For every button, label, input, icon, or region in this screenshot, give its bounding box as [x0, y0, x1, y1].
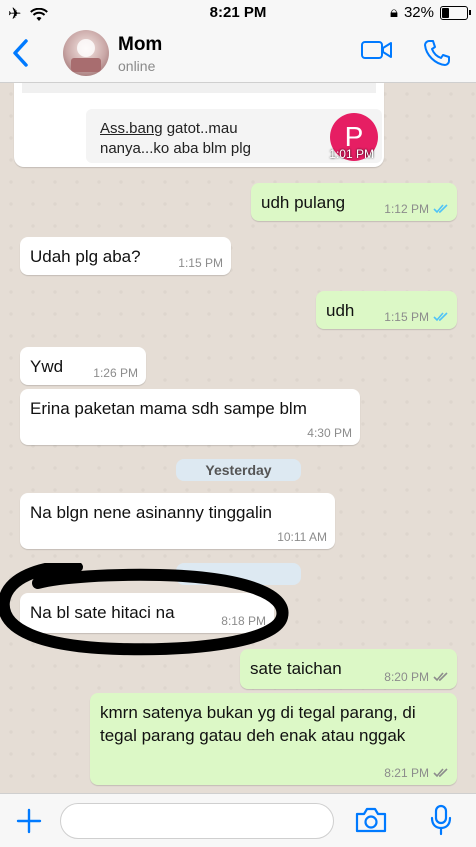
message-bubble-outgoing[interactable]: udh 1:15 PM — [316, 291, 457, 329]
message-bubble-incoming[interactable]: Na blgn nene asinanny tinggalin 10:11 AM — [20, 493, 335, 549]
forwarded-message[interactable]: Ass.bang gatot..mau nanya...ko aba blm p… — [14, 83, 384, 167]
camera-icon[interactable] — [354, 806, 388, 834]
message-text: kmrn satenya bukan yg di tegal parang, d… — [100, 703, 416, 745]
message-bubble-incoming[interactable]: Udah plg aba? 1:15 PM — [20, 237, 231, 275]
message-time: 8:20 PM — [384, 670, 429, 684]
message-time: 1:12 PM — [384, 202, 429, 216]
message-time: 4:30 PM — [307, 426, 352, 440]
chevron-left-icon[interactable] — [10, 38, 32, 68]
double-check-icon — [433, 204, 448, 214]
status-right: 🔒︎ 32% — [389, 4, 471, 21]
double-check-icon — [433, 312, 448, 322]
message-text: Ywd — [30, 357, 64, 376]
message-meta: 8:21 PM — [384, 766, 449, 780]
message-time: 1:15 PM — [384, 310, 429, 324]
contact-name[interactable]: Mom — [118, 34, 162, 56]
battery-fill — [442, 7, 450, 18]
double-check-icon — [433, 768, 448, 778]
message-input[interactable] — [60, 803, 334, 839]
message-meta: 1:12 PM — [384, 202, 449, 216]
message-bubble-incoming[interactable]: Erina paketan mama sdh sampe blm 4:30 PM — [20, 389, 360, 445]
date-separator: Yesterday — [176, 459, 301, 481]
phone-icon[interactable] — [422, 38, 452, 68]
plus-icon[interactable] — [16, 808, 42, 834]
link-preview[interactable]: Ass.bang gatot..mau nanya...ko aba blm p… — [86, 109, 382, 163]
message-meta: 1:15 PM — [384, 310, 449, 324]
message-bubble-outgoing[interactable]: kmrn satenya bukan yg di tegal parang, d… — [90, 693, 457, 785]
link-text[interactable]: Ass.bang — [100, 120, 163, 137]
battery-percent: 32% — [403, 4, 434, 21]
chat-area[interactable]: Ass.bang gatot..mau nanya...ko aba blm p… — [0, 83, 476, 793]
message-time: 1:15 PM — [178, 256, 223, 270]
avatar[interactable] — [63, 30, 109, 76]
message-bubble-incoming[interactable]: Ywd 1:26 PM — [20, 347, 146, 385]
orientation-lock-icon: 🔒︎ — [389, 4, 398, 21]
message-time: 1:26 PM — [93, 366, 138, 380]
message-meta: 4:30 PM — [307, 426, 352, 440]
avatar-image — [71, 39, 101, 72]
input-bar — [0, 793, 476, 847]
message-text: Udah plg aba? — [30, 247, 141, 266]
message-meta: 1:26 PM — [93, 366, 138, 380]
link-preview-text: Ass.bang gatot..mau nanya...ko aba blm p… — [100, 119, 310, 159]
video-call-icon[interactable] — [360, 38, 394, 62]
message-text: Na blgn nene asinanny tinggalin — [30, 503, 272, 522]
message-bubble-outgoing[interactable]: sate taichan 8:20 PM — [240, 649, 457, 689]
message-meta: 10:11 AM — [277, 530, 327, 544]
double-check-icon — [433, 672, 448, 682]
message-meta: 1:15 PM — [178, 256, 223, 270]
message-text: udh — [326, 301, 355, 320]
message-text: udh pulang — [261, 193, 346, 212]
contact-status: online — [118, 58, 156, 74]
message-time: 10:11 AM — [277, 530, 327, 544]
message-meta: 8:20 PM — [384, 670, 449, 684]
message-text: sate taichan — [250, 659, 342, 678]
message-bubble-outgoing[interactable]: udh pulang 1:12 PM — [251, 183, 457, 221]
message-text: Erina paketan mama sdh sampe blm — [30, 399, 307, 418]
message-time: 1:01 PM — [329, 147, 374, 161]
chat-header: Mom online — [0, 26, 476, 83]
status-bar: ✈ 8:21 PM 🔒︎ 32% — [0, 0, 476, 26]
message-time: 8:21 PM — [384, 766, 429, 780]
microphone-icon[interactable] — [430, 804, 452, 836]
battery-icon — [440, 5, 471, 20]
quote-top-strip — [22, 83, 376, 93]
